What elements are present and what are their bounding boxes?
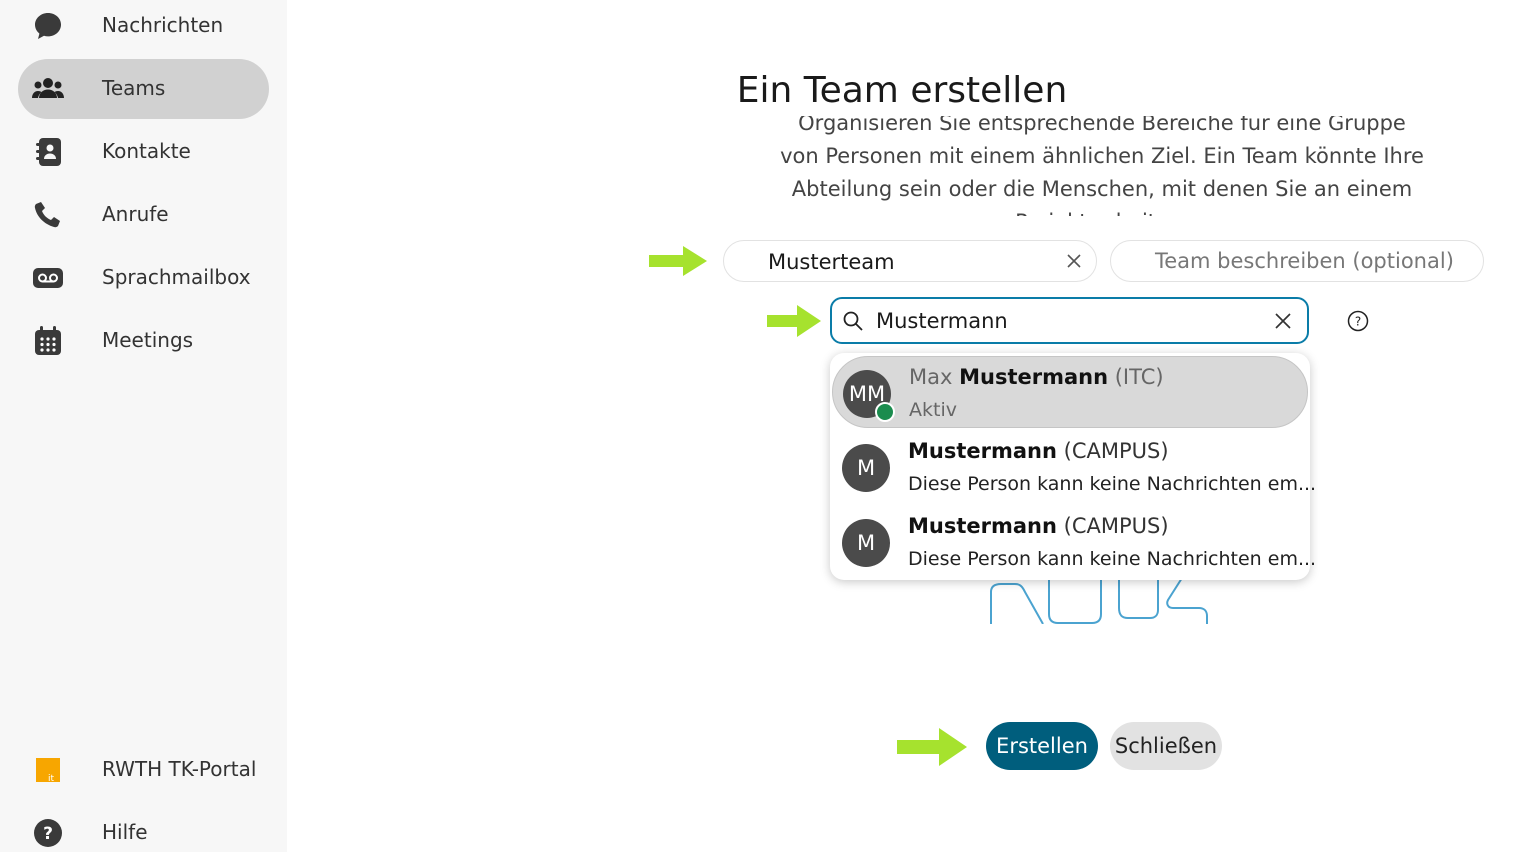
- contact-book-icon: [31, 135, 65, 169]
- chat-bubble-icon: [31, 9, 65, 43]
- team-description-text: Organisieren Sie entsprechende Bereiche …: [780, 116, 1424, 216]
- calendar-icon: [31, 324, 65, 358]
- team-name-value: Musterteam: [768, 250, 895, 274]
- sidebar-item-tk-portal[interactable]: it RWTH TK-Portal: [18, 740, 269, 800]
- svg-text:it: it: [48, 774, 55, 784]
- create-button[interactable]: Erstellen: [986, 722, 1098, 770]
- help-icon[interactable]: ?: [1347, 310, 1369, 332]
- result-status: Diese Person kann keine Nachrichten em..…: [908, 473, 1317, 495]
- sidebar-item-label: Hilfe: [102, 820, 148, 844]
- search-icon: [843, 311, 863, 331]
- svg-text:?: ?: [1355, 315, 1361, 329]
- result-name: Mustermann (CAMPUS): [908, 514, 1169, 538]
- sidebar: Nachrichten Teams Kontakte Anrufe Sprach…: [0, 0, 287, 852]
- sidebar-item-sprachmailbox[interactable]: Sprachmailbox: [18, 248, 269, 308]
- annotation-arrow-icon: [767, 305, 821, 337]
- result-status: Aktiv: [909, 399, 957, 421]
- close-button[interactable]: Schließen: [1110, 722, 1222, 770]
- sidebar-item-nachrichten[interactable]: Nachrichten: [18, 0, 269, 56]
- sidebar-item-label: Nachrichten: [102, 13, 224, 37]
- sidebar-item-anrufe[interactable]: Anrufe: [18, 185, 269, 245]
- sidebar-item-meetings[interactable]: Meetings: [18, 311, 269, 371]
- result-item[interactable]: MM Max Mustermann (ITC) Aktiv: [832, 356, 1308, 428]
- search-value: Mustermann: [876, 309, 1008, 333]
- sidebar-item-label: Kontakte: [102, 139, 191, 163]
- result-status: Diese Person kann keine Nachrichten em..…: [908, 548, 1317, 570]
- result-item[interactable]: M Mustermann (CAMPUS) Diese Person kann …: [832, 506, 1316, 578]
- svg-text:?: ?: [43, 824, 53, 844]
- sidebar-item-label: Meetings: [102, 328, 194, 352]
- clear-icon[interactable]: [1064, 251, 1084, 271]
- team-name-input[interactable]: Musterteam: [723, 240, 1097, 282]
- sidebar-item-teams[interactable]: Teams: [18, 59, 269, 119]
- sidebar-item-kontakte[interactable]: Kontakte: [18, 122, 269, 182]
- help-circle-icon: ?: [31, 816, 65, 850]
- create-team-dialog: Ein Team erstellen Organisieren Sie ents…: [287, 0, 1517, 852]
- description-scroll-area[interactable]: Organisieren Sie entsprechende Bereiche …: [777, 116, 1427, 216]
- voicemail-icon: [31, 261, 65, 295]
- team-description-input[interactable]: Team beschreiben (optional): [1110, 240, 1484, 282]
- member-search-input[interactable]: Mustermann: [830, 297, 1309, 344]
- result-item[interactable]: M Mustermann (CAMPUS) Diese Person kann …: [832, 431, 1316, 503]
- search-results-dropdown: MM Max Mustermann (ITC) Aktiv M Musterma…: [830, 353, 1316, 580]
- phone-icon: [31, 198, 65, 232]
- result-name: Mustermann (CAMPUS): [908, 439, 1169, 463]
- avatar: M: [842, 444, 890, 492]
- result-name: Max Mustermann (ITC): [909, 365, 1164, 389]
- sidebar-item-hilfe[interactable]: ? Hilfe: [18, 803, 269, 852]
- rwth-it-logo: it: [31, 753, 65, 787]
- team-illustration: [990, 578, 1208, 624]
- sidebar-item-label: Teams: [102, 76, 166, 100]
- sidebar-item-label: RWTH TK-Portal: [102, 757, 257, 781]
- presence-online-icon: [875, 402, 895, 422]
- page-title: Ein Team erstellen: [736, 70, 1068, 111]
- sidebar-item-label: Sprachmailbox: [102, 265, 251, 289]
- annotation-arrow-icon: [897, 728, 967, 766]
- sidebar-item-label: Anrufe: [102, 202, 169, 226]
- annotation-arrow-icon: [649, 246, 707, 276]
- people-icon: [31, 72, 65, 106]
- avatar: M: [842, 519, 890, 567]
- team-description-placeholder: Team beschreiben (optional): [1155, 249, 1454, 273]
- clear-icon[interactable]: [1273, 311, 1293, 331]
